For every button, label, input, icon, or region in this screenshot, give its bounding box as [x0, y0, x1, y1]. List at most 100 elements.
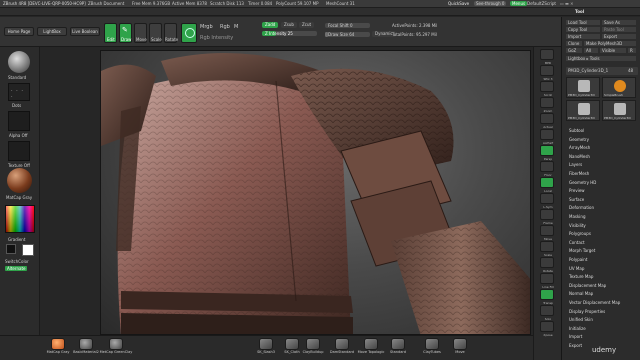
subpalette-export[interactable]: Export: [569, 343, 582, 348]
current-tool-selector[interactable]: PM3D_Cylinder3D_1 48: [566, 67, 638, 75]
shelf-button-rotate[interactable]: Rotate: [540, 257, 554, 273]
zsub-toggle[interactable]: Zsub: [281, 22, 297, 28]
subpalette-geometry-hd[interactable]: Geometry HD: [569, 180, 596, 185]
shelf-button-floor[interactable]: Floor: [540, 161, 554, 177]
subpalette-deformation[interactable]: Deformation: [569, 205, 594, 210]
subpalette-contact[interactable]: Contact: [569, 240, 585, 245]
lightbox-tools-button[interactable]: Lightbox ▸ Tools: [566, 56, 636, 61]
zcut-toggle[interactable]: Zcut: [299, 22, 315, 28]
rgb-toggle[interactable]: Rgb: [220, 24, 230, 30]
r-button[interactable]: R: [628, 48, 636, 53]
subpalette-import[interactable]: Import: [569, 334, 582, 339]
rgb-intensity-slider[interactable]: Rgb Intensity: [200, 35, 233, 41]
default-script[interactable]: DefaultZScript: [527, 1, 556, 6]
subpalette-arraymesh[interactable]: ArrayMesh: [569, 145, 590, 150]
home-page-button[interactable]: Home Page: [4, 27, 34, 36]
shelf-button-bpr[interactable]: BPR: [540, 49, 554, 65]
subpalette-subtool[interactable]: Subtool: [569, 128, 584, 133]
paste-tool-button[interactable]: Paste Tool: [602, 27, 636, 32]
shelf-button-move[interactable]: Move: [540, 225, 554, 241]
all-button[interactable]: All: [584, 48, 598, 53]
subpalette-vector-displacement-map[interactable]: Vector Displacement Map: [569, 300, 620, 305]
viewport-canvas[interactable]: [100, 50, 531, 335]
shelf-button-scroll[interactable]: Scroll: [540, 81, 554, 97]
make-polymesh-button[interactable]: Make PolyMesh3D: [584, 41, 636, 46]
subpalette-displacement-map[interactable]: Displacement Map: [569, 283, 606, 288]
subpalette-unified-skin[interactable]: Unified Skin: [569, 317, 593, 322]
subpalette-display-properties[interactable]: Display Properties: [569, 309, 605, 314]
alternate-button[interactable]: Alternate: [5, 266, 28, 271]
rotate-button[interactable]: Rotate: [164, 23, 178, 43]
quicksave-button[interactable]: QuickSave: [448, 1, 469, 6]
tool-thumbnail[interactable]: PM3D_Cylinder3D: [602, 100, 636, 121]
shelf-button-spix-3[interactable]: SPix 3: [540, 65, 554, 81]
subpalette-normal-map[interactable]: Normal Map: [569, 291, 593, 296]
shelf-button-solo[interactable]: Solo: [540, 305, 554, 321]
tool-thumbnail[interactable]: PM3D_Cylinder3D: [566, 77, 600, 98]
sphere-icon-button[interactable]: [181, 23, 197, 43]
bottom-item-label: MetCap GreenClay: [99, 350, 133, 354]
subpalette-masking[interactable]: Masking: [569, 214, 586, 219]
switch-color-button[interactable]: SwitchColor: [5, 259, 29, 264]
copy-tool-button[interactable]: Copy Tool: [566, 27, 600, 32]
gradient-label: Gradient: [8, 237, 26, 242]
main-color-swatch[interactable]: [22, 244, 34, 256]
zadd-toggle[interactable]: Zadd: [262, 22, 279, 28]
subpalette-visibility[interactable]: Visibility: [569, 223, 586, 228]
shelf-button-xpose[interactable]: Xpose: [540, 321, 554, 337]
subpalette-nanomesh[interactable]: NanoMesh: [569, 154, 590, 159]
export-button[interactable]: Export: [602, 34, 636, 39]
lightbox-button[interactable]: LightBox: [37, 27, 67, 36]
shelf-button-actual[interactable]: Actual: [540, 113, 554, 129]
shelf-button-aahalf[interactable]: AAHalf: [540, 129, 554, 145]
save-as-button[interactable]: Save As: [602, 20, 636, 25]
shelf-button-local[interactable]: Local: [540, 177, 554, 193]
subpalette-polygroups[interactable]: Polygroups: [569, 231, 591, 236]
subpalette-fibermesh[interactable]: FiberMesh: [569, 171, 589, 176]
material-sphere-icon[interactable]: [7, 168, 32, 193]
m-toggle[interactable]: M: [234, 24, 238, 30]
standard-brush-icon[interactable]: [8, 51, 30, 73]
secondary-color-swatch[interactable]: [6, 244, 16, 254]
menus-button[interactable]: Menus: [510, 1, 528, 6]
subpalette-preview[interactable]: Preview: [569, 188, 585, 193]
tool-thumbnail[interactable]: SimpleBrush: [602, 77, 636, 98]
dots-stroke-icon[interactable]: · · · ·: [8, 83, 30, 101]
shelf-button-zoom[interactable]: Zoom: [540, 97, 554, 113]
shelf-button-transp[interactable]: Transp: [540, 289, 554, 305]
brush-standard[interactable]: Standard: [380, 338, 416, 355]
see-through-slider[interactable]: See-through 0: [474, 1, 507, 6]
shelf-button-l-sym[interactable]: L.Sym: [540, 193, 554, 209]
live-boolean-button[interactable]: Live Boolean: [70, 27, 100, 36]
subpalette-polypaint[interactable]: Polypaint: [569, 257, 587, 262]
move-button[interactable]: Move: [134, 23, 147, 43]
texture-icon[interactable]: [8, 141, 30, 161]
subpalette-geometry[interactable]: Geometry: [569, 137, 589, 142]
shelf-button-line-fill[interactable]: Line Fill: [540, 273, 554, 289]
color-picker[interactable]: [5, 205, 35, 233]
goz-button[interactable]: GoZ: [566, 48, 582, 53]
window-controls-icon[interactable]: ▭ ▬ ✕: [560, 1, 573, 6]
subpalette-morph-target[interactable]: Morph Target: [569, 248, 595, 253]
subpalette-initialize[interactable]: Initialize: [569, 326, 586, 331]
subpalette-layers[interactable]: Layers: [569, 162, 582, 167]
shelf-button-scale[interactable]: Scale: [540, 241, 554, 257]
import-button[interactable]: Import: [566, 34, 600, 39]
edit-button[interactable]: Edit: [104, 23, 117, 43]
shelf-button-persp[interactable]: Persp: [540, 145, 554, 161]
tool-thumbnail[interactable]: PM3D_Cylinder3D: [566, 100, 600, 121]
visible-button[interactable]: Visible: [600, 48, 626, 53]
load-tool-button[interactable]: Load Tool: [566, 20, 600, 25]
draw-button[interactable]: ✎ Draw: [119, 23, 132, 43]
material-metcap-greenclay[interactable]: MetCap GreenClay: [98, 338, 134, 355]
clone-button[interactable]: Clone: [566, 41, 582, 46]
mrgb-toggle[interactable]: Mrgb: [200, 24, 213, 30]
shelf-button-frame[interactable]: Frame: [540, 209, 554, 225]
brush-move[interactable]: Move: [442, 338, 478, 355]
tool-palette: Load Tool Save As Copy Tool Paste Tool I…: [561, 17, 640, 360]
subpalette-surface[interactable]: Surface: [569, 197, 584, 202]
subpalette-uv-map[interactable]: UV Map: [569, 266, 584, 271]
scale-button[interactable]: Scale: [149, 23, 162, 43]
alpha-icon[interactable]: [8, 111, 30, 131]
subpalette-texture-map[interactable]: Texture Map: [569, 274, 593, 279]
